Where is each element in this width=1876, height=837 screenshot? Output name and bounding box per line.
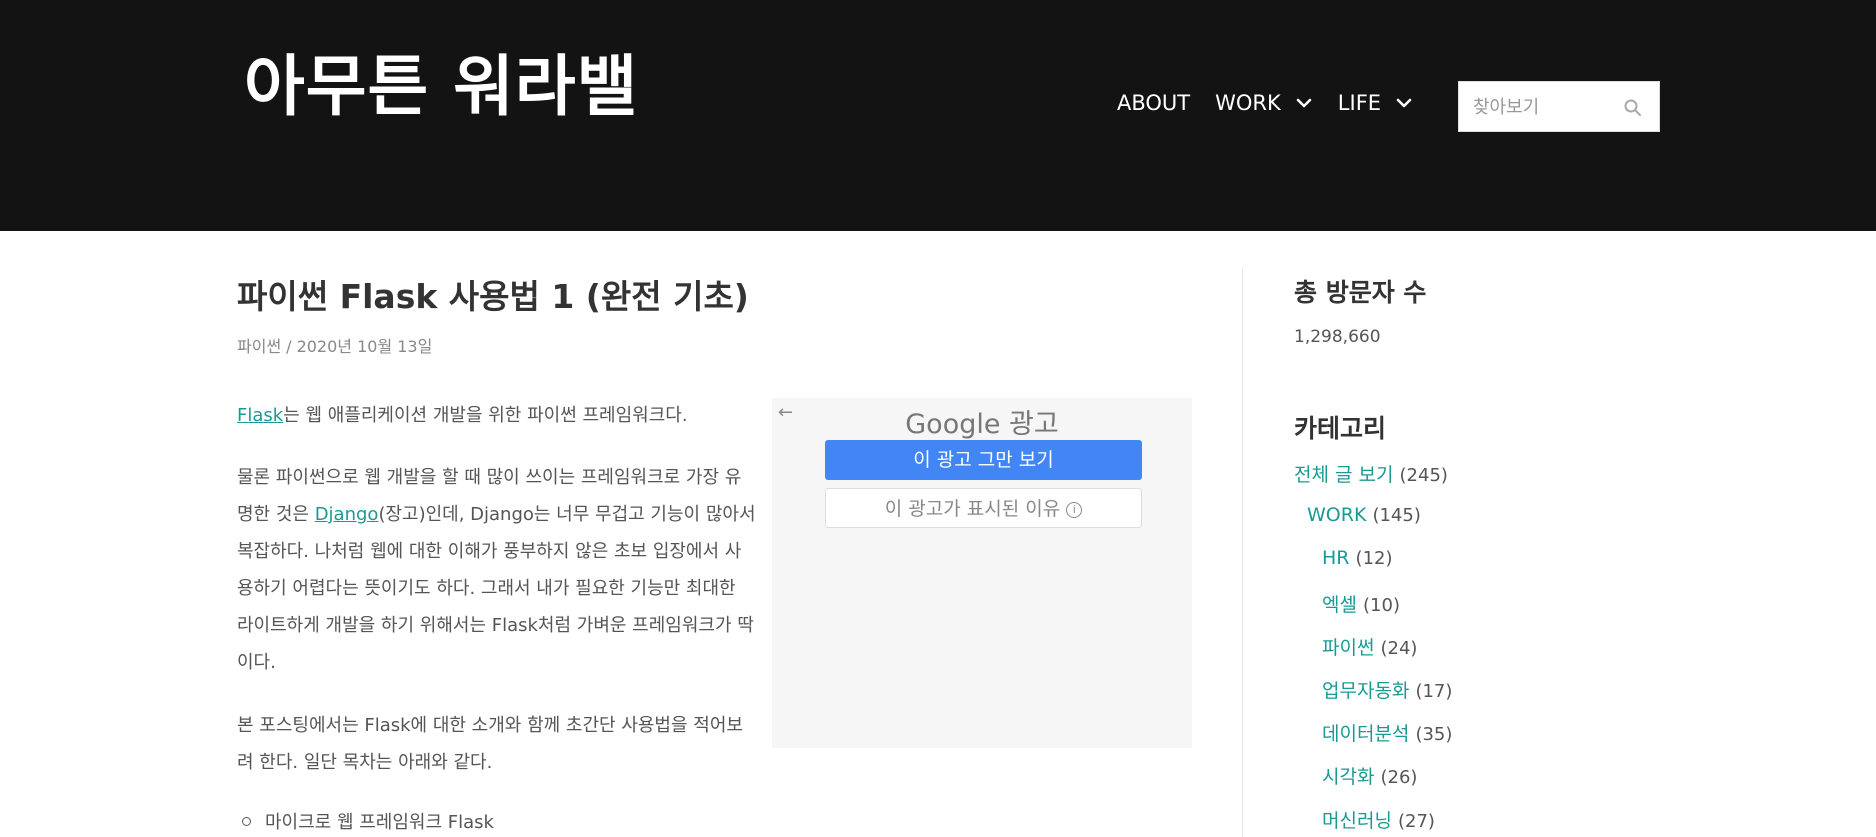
category-count: (17) xyxy=(1415,681,1453,702)
bullet-icon xyxy=(242,816,251,826)
post-meta: 파이썬 /2020년 10월 13일 xyxy=(237,333,432,357)
ad-brand: Google 광고 xyxy=(905,409,1059,440)
info-icon: i xyxy=(1066,501,1083,518)
toc-item: 마이크로 웹 프레임워크 Flask xyxy=(265,812,494,833)
django-link[interactable]: Django xyxy=(315,504,379,525)
category-link[interactable]: 업무자동화 xyxy=(1322,680,1409,702)
ad-panel: ← Google 광고 이 광고 그만 보기 이 광고가 표시된 이유 i xyxy=(772,398,1192,748)
category-count: (27) xyxy=(1397,811,1435,832)
category-link[interactable]: 데이터분석 xyxy=(1322,723,1409,745)
search-input[interactable] xyxy=(1473,92,1623,122)
category-count: (10) xyxy=(1363,595,1400,616)
flask-link[interactable]: Flask xyxy=(237,405,283,426)
main-nav: ABOUT WORK LIFE xyxy=(1117,91,1438,115)
post-paragraph: Flask는 웹 애플리케이션 개발을 위한 파이썬 프레임워크다. xyxy=(237,397,757,434)
site-header: 아무튼 워라밸 ABOUT WORK LIFE xyxy=(0,0,1876,231)
nav-item-label: WORK xyxy=(1215,91,1281,115)
search-box xyxy=(1458,81,1660,132)
category-count: (26) xyxy=(1380,767,1418,788)
category-link[interactable]: 머신러닝 xyxy=(1322,810,1392,832)
paragraph-text: 본 포스팅에서는 Flask에 대한 소개와 함께 초간단 사용법을 적어보려 … xyxy=(237,715,743,773)
stop-ad-button[interactable]: 이 광고 그만 보기 xyxy=(825,440,1142,480)
why-ad-button[interactable]: 이 광고가 표시된 이유 i xyxy=(825,488,1142,528)
nav-item-life[interactable]: LIFE xyxy=(1338,91,1413,115)
category-count: (145) xyxy=(1372,505,1421,526)
category-count: (12) xyxy=(1355,548,1393,569)
category-item: 데이터분석 (35) xyxy=(1322,719,1452,746)
category-item: 엑셀 (10) xyxy=(1322,590,1400,617)
category-item: 머신러닝 (27) xyxy=(1322,806,1435,833)
post-date: 2020년 10월 13일 xyxy=(296,337,433,356)
sidebar-divider xyxy=(1242,268,1243,837)
category-link[interactable]: WORK xyxy=(1307,504,1366,526)
category-item: HR (12) xyxy=(1322,547,1393,569)
category-count: (245) xyxy=(1399,465,1448,486)
toc-list: 마이크로 웹 프레임워크 Flask xyxy=(242,808,494,834)
category-count: (24) xyxy=(1380,638,1418,659)
post-title: 파이썬 Flask 사용법 1 (완전 기초) xyxy=(237,277,749,316)
paragraph-text: 는 웹 애플리케이션 개발을 위한 파이썬 프레임워크다. xyxy=(283,405,688,426)
category-item: 전체 글 보기 (245) xyxy=(1294,460,1448,487)
nav-item-work[interactable]: WORK xyxy=(1215,91,1313,115)
category-link[interactable]: HR xyxy=(1322,547,1350,569)
category-item: WORK (145) xyxy=(1307,504,1421,526)
category-item: 시각화 (26) xyxy=(1322,762,1417,789)
category-link[interactable]: 전체 글 보기 xyxy=(1294,464,1393,486)
chevron-down-icon xyxy=(1396,98,1412,108)
nav-item-about[interactable]: ABOUT xyxy=(1117,91,1190,115)
paragraph-text: (장고)인데, Django는 너무 무겁고 기능이 많아서 복잡하다. 나처럼… xyxy=(237,504,756,673)
search-icon[interactable] xyxy=(1623,98,1643,118)
why-ad-label: 이 광고가 표시된 이유 xyxy=(884,498,1061,520)
categories-widget-title: 카테고리 xyxy=(1294,414,1387,443)
visitors-widget-title: 총 방문자 수 xyxy=(1294,278,1427,307)
nav-item-label: LIFE xyxy=(1337,91,1382,115)
post-category[interactable]: 파이썬 xyxy=(237,337,281,356)
site-title[interactable]: 아무튼 워라밸 xyxy=(244,54,638,120)
meta-separator: / xyxy=(286,337,292,356)
category-count: (35) xyxy=(1415,724,1453,745)
visitors-count: 1,298,660 xyxy=(1294,327,1381,347)
nav-item-label: ABOUT xyxy=(1117,91,1191,115)
category-item: 업무자동화 (17) xyxy=(1322,676,1452,703)
chevron-down-icon xyxy=(1296,98,1312,108)
category-link[interactable]: 엑셀 xyxy=(1322,594,1357,616)
category-item: 파이썬 (24) xyxy=(1322,633,1417,660)
category-link[interactable]: 시각화 xyxy=(1322,766,1374,788)
category-link[interactable]: 파이썬 xyxy=(1322,637,1374,659)
post-paragraph: 본 포스팅에서는 Flask에 대한 소개와 함께 초간단 사용법을 적어보려 … xyxy=(237,707,757,781)
post-paragraph: 물론 파이썬으로 웹 개발을 할 때 많이 쓰이는 프레임워크로 가장 유명한 … xyxy=(237,459,757,681)
